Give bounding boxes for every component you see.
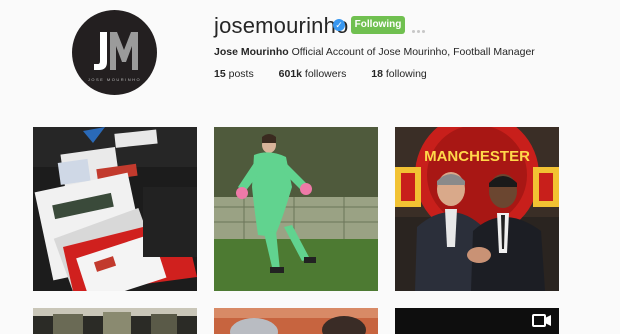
- profile-avatar[interactable]: JOSE MOURINHO: [72, 10, 157, 95]
- crest-text: MANCHESTER: [424, 148, 530, 165]
- jm-monogram-logo: [94, 32, 138, 70]
- post-thumbnail[interactable]: [33, 308, 197, 334]
- following-button[interactable]: Following: [351, 16, 405, 34]
- post-thumbnail[interactable]: [214, 308, 378, 334]
- profile-stats: 15 posts 601k followers 18 following: [214, 68, 449, 80]
- post-thumbnail[interactable]: [33, 127, 197, 291]
- bio-full-name: Jose Mourinho: [214, 46, 289, 58]
- manchester-crest-photo: MANCHESTER: [395, 127, 559, 291]
- goalkeeper-photo: [214, 127, 378, 291]
- video-photo: [395, 308, 559, 334]
- followers-stat[interactable]: 601k followers: [279, 68, 347, 80]
- followers-label: followers: [304, 68, 347, 80]
- following-count: 18: [371, 68, 383, 80]
- profile-username: josemourinho: [214, 13, 349, 38]
- followers-count: 601k: [278, 68, 302, 80]
- stadium-photo: [33, 308, 197, 334]
- more-options-icon[interactable]: [412, 20, 428, 33]
- posts-label: posts: [228, 68, 254, 80]
- verified-badge-icon: ✓: [333, 19, 345, 31]
- post-thumbnail[interactable]: [214, 127, 378, 291]
- post-thumbnail[interactable]: [395, 308, 559, 334]
- avatar-caption: JOSE MOURINHO: [87, 77, 142, 82]
- document-folder-photo: [33, 127, 197, 291]
- bio-text: Official Account of Jose Mourinho, Footb…: [291, 46, 535, 58]
- following-label: following: [385, 68, 427, 80]
- posts-count: 15: [214, 68, 226, 80]
- following-stat[interactable]: 18 following: [371, 68, 426, 80]
- post-thumbnail[interactable]: MANCHESTER: [395, 127, 559, 291]
- posts-stat: 15 posts: [214, 68, 254, 80]
- crowd-photo: [214, 308, 378, 334]
- profile-bio: Jose Mourinho Official Account of Jose M…: [214, 46, 535, 58]
